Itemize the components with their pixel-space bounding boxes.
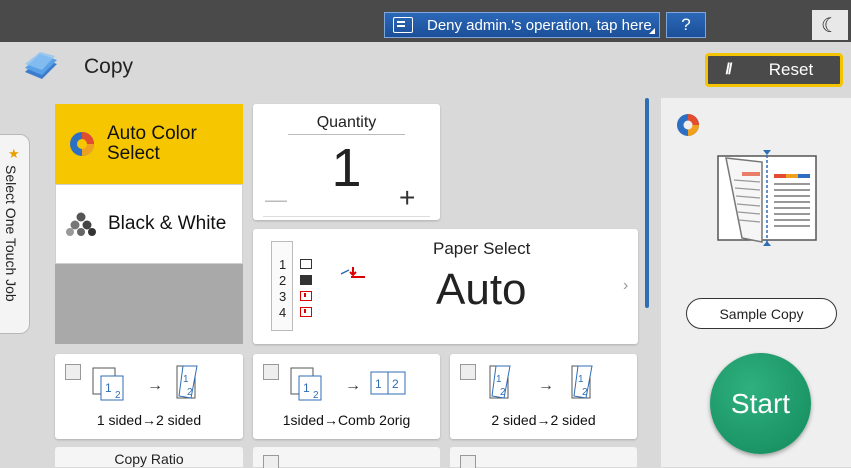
svg-text:2: 2 [187,387,193,398]
corner-arrow-icon [649,28,655,34]
checkbox[interactable] [460,364,476,380]
paper-select-title: Paper Select [433,239,531,258]
help-button[interactable]: ? [666,12,706,38]
svg-text:2: 2 [313,390,319,401]
tray-row: 2 [279,272,313,288]
copy-ratio-label: Copy Ratio [114,451,184,467]
bypass-tray-icon [341,267,365,278]
select-one-touch-job-tab[interactable]: ★ Select One Touch Job [0,134,30,334]
quantity-baseline [263,216,430,217]
function-button[interactable] [253,447,440,468]
duplex-2to2-icon: 1 2 → 1 2 [489,365,593,399]
quantity-minus-button[interactable]: — [265,189,295,211]
color-logo-icon [677,114,699,136]
duplex-combine-button[interactable]: 1 2 → 1 2 1sided→Comb 2orig [253,354,440,439]
tray-empty-icon [300,259,313,269]
energy-saver-button[interactable]: ☾ [812,10,848,40]
auto-color-icon [70,132,94,156]
star-icon: ★ [8,146,20,161]
quantity-divider [288,134,405,135]
svg-text:2: 2 [582,387,588,398]
scrollbar[interactable] [645,98,649,308]
sample-copy-button[interactable]: Sample Copy [686,298,837,329]
svg-text:1: 1 [303,381,310,395]
svg-text:→: → [538,377,554,394]
duplex-label: 2 sided→2 sided [491,412,596,428]
page-title: Copy [84,55,134,78]
monitor-icon [393,17,413,33]
paper-select-value: Auto [436,265,527,314]
black-white-dots-icon [66,212,96,236]
duplex-1to2-icon: 1 2 → 1 2 [92,365,198,401]
copy-ratio-button[interactable]: Copy Ratio [55,447,243,467]
moon-icon: ☾ [821,14,839,37]
checkbox[interactable] [263,364,279,380]
auto-color-label: Auto Color Select [107,123,197,164]
checkbox[interactable] [460,455,476,468]
reset-label: Reset [768,60,814,79]
auto-color-select-button[interactable]: Auto Color Select [55,104,243,184]
reset-icon: // [725,61,733,78]
quantity-title: Quantity [316,114,377,131]
deny-admin-label: Deny admin.'s operation, tap here [427,16,652,34]
duplex-label: 1sided→Comb 2orig [282,412,411,428]
side-tab-label: Select One Touch Job [3,165,19,302]
paper-tray-list: 1 2 3 4 [253,229,365,344]
tray-rows: 1 2 3 4 [279,256,313,320]
tray-row: 4 [279,304,313,320]
start-button[interactable]: Start [710,353,811,454]
checkbox[interactable] [65,364,81,380]
chevron-right-icon: › [623,277,629,294]
quantity-plus-button[interactable]: + [399,184,429,212]
duplex-label: 1 sided→2 sided [96,412,202,428]
quantity-panel[interactable]: Quantity 1 — + [253,104,440,220]
reset-button[interactable]: // Reset [705,53,843,87]
tray-row: 1 [279,256,313,272]
svg-text:1: 1 [183,374,189,385]
tray-row: 3 [279,288,313,304]
svg-text:1: 1 [496,374,502,385]
duplex-2to2-button[interactable]: 1 2 → 1 2 2 sided→2 sided [450,354,637,439]
duplex-1to2-button[interactable]: 1 2 → 1 2 1 sided→2 sided [55,354,243,439]
checkbox[interactable] [263,455,279,468]
document-preview-icon [717,150,817,246]
svg-text:2: 2 [500,387,506,398]
svg-text:1: 1 [578,374,584,385]
tray-out-icon [300,307,313,317]
black-white-label: Black & White [108,213,227,234]
function-button[interactable] [450,447,637,468]
svg-text:1: 1 [105,381,112,395]
paper-select-button[interactable]: 1 2 3 4 Paper Select Auto › [253,229,638,344]
tray-out-icon [300,291,313,301]
deny-admin-operation-button[interactable]: Deny admin.'s operation, tap here [384,12,660,38]
tray-full-icon [300,275,313,285]
svg-text:→: → [147,377,163,394]
copy-icon [25,52,57,79]
svg-text:2: 2 [392,377,399,391]
svg-text:1: 1 [375,377,382,391]
duplex-combine-icon: 1 2 → 1 2 [290,367,406,401]
svg-text:→: → [345,377,361,394]
svg-text:2: 2 [115,390,121,401]
black-and-white-button[interactable]: Black & White [55,184,243,264]
